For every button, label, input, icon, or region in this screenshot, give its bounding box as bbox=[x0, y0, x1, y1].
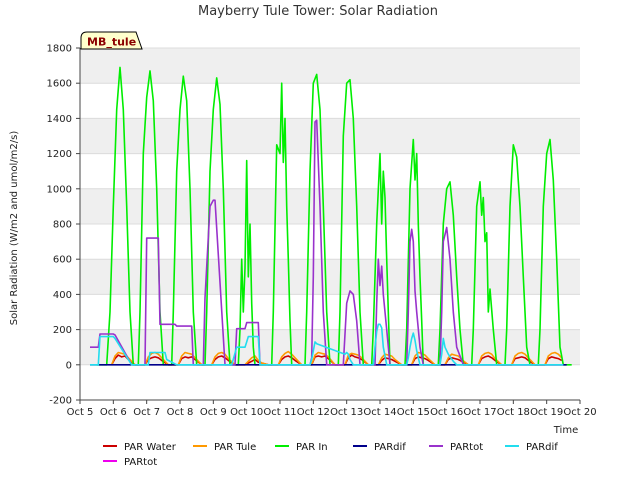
plot-band bbox=[80, 188, 580, 224]
x-tick-label: Oct 18 bbox=[497, 407, 530, 418]
x-tick-label: Oct 16 bbox=[430, 407, 463, 418]
plot-band bbox=[80, 259, 580, 295]
x-tick-label: Oct 17 bbox=[463, 407, 496, 418]
y-tick-label: 400 bbox=[53, 290, 72, 301]
x-tick-label: Oct 8 bbox=[167, 407, 194, 418]
x-tick-label: Oct 6 bbox=[100, 407, 127, 418]
badge-label: MB_tule bbox=[87, 36, 136, 49]
x-tick-label: Oct 15 bbox=[397, 407, 430, 418]
legend: PAR Water PAR Tule PAR In PARdif PARtot PARdi… bbox=[103, 442, 558, 468]
station-badge: MB_tule bbox=[80, 31, 143, 50]
y-tick-label: 600 bbox=[53, 255, 72, 266]
y-tick-label: 1600 bbox=[47, 79, 72, 90]
x-tick-label: Oct 11 bbox=[263, 407, 296, 418]
y-axis-title: Solar Radiation (W/m2 and umol/m2/s) bbox=[9, 131, 20, 326]
x-tick-label: Oct 14 bbox=[363, 407, 396, 418]
x-axis-title: Time bbox=[553, 425, 578, 436]
legend-label: PAR In bbox=[296, 442, 328, 453]
legend-label: PARtot bbox=[124, 457, 157, 468]
x-tick-label: Oct 9 bbox=[200, 407, 227, 418]
legend-label: PARdif bbox=[374, 442, 406, 453]
y-tick-label: 1000 bbox=[47, 184, 72, 195]
y-tick-label: 0 bbox=[66, 360, 72, 371]
y-tick-label: 800 bbox=[53, 220, 72, 231]
y-tick-label: 1400 bbox=[47, 114, 72, 125]
x-tick-label: Oct 7 bbox=[133, 407, 160, 418]
plot-band bbox=[80, 48, 580, 84]
x-tick-label: Oct 10 bbox=[230, 407, 263, 418]
x-tick-label: Oct 12 bbox=[297, 407, 330, 418]
y-tick-label: 1800 bbox=[47, 44, 72, 55]
x-tick-label: Oct 19 bbox=[530, 407, 563, 418]
legend-label: PARtot bbox=[450, 442, 483, 453]
y-tick-label: -200 bbox=[49, 396, 72, 407]
x-tick-label: Oct 5 bbox=[67, 407, 94, 418]
y-tick-label: 200 bbox=[53, 325, 72, 336]
legend-label: PARdif bbox=[526, 442, 558, 453]
y-tick-label: 1200 bbox=[47, 149, 72, 160]
chart-title: Mayberry Tule Tower: Solar Radiation bbox=[198, 4, 438, 19]
solar-radiation-chart: Mayberry Tule Tower: Solar Radiation -20… bbox=[9, 4, 597, 468]
legend-label: PAR Water bbox=[124, 442, 177, 453]
x-tick-label: Oct 20 bbox=[563, 407, 596, 418]
x-tick-label: Oct 13 bbox=[330, 407, 363, 418]
legend-label: PAR Tule bbox=[214, 442, 256, 453]
